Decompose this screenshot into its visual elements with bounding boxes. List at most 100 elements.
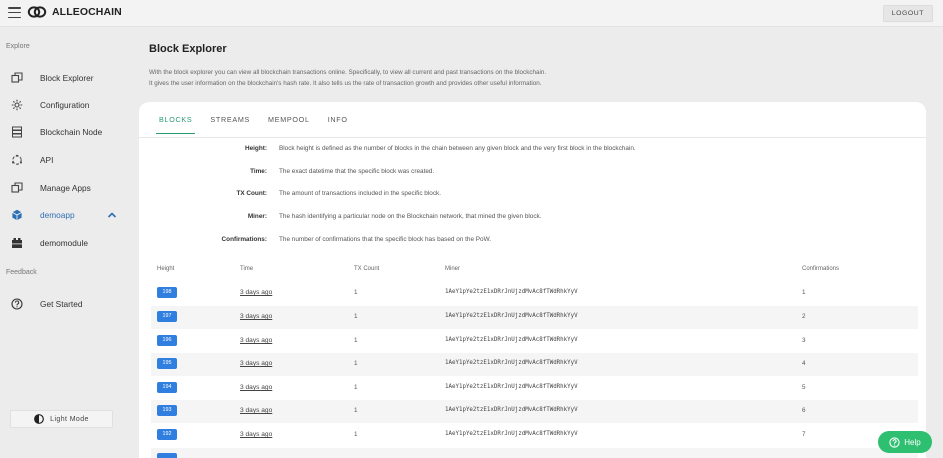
table-row[interactable]: 195 3 days ago 1 1AeY1pYe2tzE1xDRrJnUjzd… — [151, 353, 918, 376]
time-link[interactable]: 3 days ago — [240, 360, 272, 367]
definition-desc: The amount of transactions included in t… — [279, 190, 441, 197]
tab-blocks[interactable]: BLOCKS — [156, 115, 196, 134]
miner-cell: 1AeY1pYe2tzE1xDRrJnUjzdMvAc8fTWdRhkYyV — [445, 360, 578, 366]
block-height-badge[interactable]: 197 — [157, 311, 177, 322]
tx-count-cell: 1 — [354, 360, 358, 367]
miner-cell: 1AeY1pYe2tzE1xDRrJnUjzdMvAc8fTWdRhkYyV — [445, 384, 578, 390]
column-header-height: Height — [157, 266, 175, 272]
gear-icon — [11, 99, 23, 111]
sidebar-item-blockchain-node[interactable]: Blockchain Node — [0, 122, 132, 142]
sidebar-item-manage-apps[interactable]: Manage Apps — [0, 178, 132, 198]
tx-count-cell: 1 — [354, 289, 358, 296]
block-explorer-card: BLOCKS STREAMS MEMPOOL INFO Height: Bloc… — [139, 102, 926, 458]
time-link[interactable]: 3 days ago — [240, 313, 272, 320]
definition-term: Confirmations: — [221, 236, 267, 243]
miner-cell: 1AeY1pYe2tzE1xDRrJnUjzdMvAc8fTWdRhkYyV — [445, 337, 578, 343]
miner-cell: 1AeY1pYe2tzE1xDRrJnUjzdMvAc8fTWdRhkYyV — [445, 407, 578, 413]
block-height-badge[interactable]: 195 — [157, 358, 177, 369]
definition-row: Miner: The hash identifying a particular… — [139, 213, 926, 225]
confirmations-cell: 2 — [802, 313, 806, 320]
definition-row: Height: Block height is defined as the n… — [139, 145, 926, 157]
time-link[interactable]: 3 days ago — [240, 289, 272, 296]
definition-desc: The number of confirmations that the spe… — [279, 236, 492, 243]
menu-icon[interactable] — [8, 7, 21, 19]
section-label-feedback: Feedback — [6, 269, 37, 276]
logo[interactable]: ALLEOCHAIN — [27, 5, 122, 19]
light-mode-toggle[interactable]: Light Mode — [10, 410, 113, 428]
tab-streams[interactable]: STREAMS — [207, 115, 253, 134]
light-mode-label: Light Mode — [50, 415, 89, 423]
block-height-badge[interactable]: 192 — [157, 429, 177, 440]
sidebar-item-demomodule[interactable]: demomodule — [0, 233, 132, 253]
cube-outline-icon — [11, 182, 23, 193]
definition-desc: Block height is defined as the number of… — [279, 145, 636, 152]
tab-divider — [139, 137, 926, 138]
definition-row: TX Count: The amount of transactions inc… — [139, 190, 926, 202]
column-header-tx-count: TX Count — [354, 266, 380, 272]
question-circle-icon — [889, 436, 900, 448]
block-height-badge[interactable] — [157, 453, 177, 458]
description-line: With the block explorer you can view all… — [149, 69, 547, 76]
cube-outline-icon — [11, 72, 23, 83]
table-row[interactable]: 192 3 days ago 1 1AeY1pYe2tzE1xDRrJnUjzd… — [151, 424, 918, 447]
miner-cell: 1AeY1pYe2tzE1xDRrJnUjzdMvAc8fTWdRhkYyV — [445, 313, 578, 319]
sidebar-item-label: Configuration — [40, 100, 90, 110]
sidebar-item-label: demomodule — [40, 238, 88, 248]
definition-desc: The hash identifying a particular node o… — [279, 213, 542, 220]
logout-button[interactable]: LOGOUT — [882, 5, 933, 22]
tx-count-cell: 1 — [354, 407, 358, 414]
help-label: Help — [904, 437, 921, 447]
time-link[interactable]: 3 days ago — [240, 337, 272, 344]
sidebar-item-label: Blockchain Node — [40, 127, 103, 137]
chevron-up-icon[interactable] — [107, 211, 117, 219]
time-link[interactable]: 3 days ago — [240, 407, 272, 414]
sidebar-item-block-explorer[interactable]: Block Explorer — [0, 68, 132, 88]
help-button[interactable]: Help — [878, 431, 932, 453]
definition-row: Confirmations: The number of confirmatio… — [139, 236, 926, 248]
brand-name: ALLEOCHAIN — [52, 6, 122, 18]
page-description: With the block explorer you can view all… — [149, 67, 709, 89]
miner-cell: 1AeY1pYe2tzE1xDRrJnUjzdMvAc8fTWdRhkYyV — [445, 431, 578, 437]
tab-info[interactable]: INFO — [325, 115, 351, 134]
tab-bar: BLOCKS STREAMS MEMPOOL INFO — [156, 115, 363, 134]
sidebar-item-label: Manage Apps — [40, 183, 91, 193]
sidebar-item-api[interactable]: API — [0, 150, 132, 170]
sidebar: Explore Block Explorer Configuration Blo… — [0, 27, 132, 458]
sidebar-item-configuration[interactable]: Configuration — [0, 95, 132, 115]
confirmations-cell: 1 — [802, 289, 806, 296]
confirmations-cell: 7 — [802, 431, 806, 438]
tx-count-cell: 1 — [354, 337, 358, 344]
column-header-confirmations: Confirmations — [802, 266, 840, 272]
tab-mempool[interactable]: MEMPOOL — [265, 115, 313, 134]
definition-row: Time: The exact datetime that the specif… — [139, 168, 926, 180]
confirmations-cell: 3 — [802, 337, 806, 344]
table-row[interactable]: 194 3 days ago 1 1AeY1pYe2tzE1xDRrJnUjzd… — [151, 377, 918, 400]
definition-term: TX Count: — [236, 190, 267, 197]
sidebar-item-label: API — [40, 155, 54, 165]
table-row-partial[interactable] — [151, 448, 918, 458]
block-height-badge[interactable]: 194 — [157, 382, 177, 393]
table-row[interactable]: 193 3 days ago 1 1AeY1pYe2tzE1xDRrJnUjzd… — [151, 400, 918, 423]
time-link[interactable]: 3 days ago — [240, 384, 272, 391]
time-link[interactable]: 3 days ago — [240, 431, 272, 438]
table-row[interactable]: 198 3 days ago 1 1AeY1pYe2tzE1xDRrJnUjzd… — [151, 282, 918, 305]
half-circle-icon — [34, 414, 45, 424]
table-row[interactable]: 196 3 days ago 1 1AeY1pYe2tzE1xDRrJnUjzd… — [151, 330, 918, 353]
column-header-miner: Miner — [445, 266, 461, 272]
block-height-badge[interactable]: 198 — [157, 287, 177, 298]
tx-count-cell: 1 — [354, 384, 358, 391]
block-height-badge[interactable]: 193 — [157, 405, 177, 416]
block-height-badge[interactable]: 196 — [157, 335, 177, 346]
section-label-explore: Explore — [6, 43, 30, 50]
alleochain-logo-icon — [27, 6, 47, 18]
table-header: Height Time TX Count Miner Confirmations — [139, 266, 926, 278]
top-bar: ALLEOCHAIN LOGOUT — [0, 0, 943, 27]
sidebar-item-demoapp[interactable]: demoapp — [0, 205, 132, 225]
definition-term: Height: — [244, 145, 267, 152]
api-icon — [12, 154, 22, 165]
definition-desc: The exact datetime that the specific blo… — [279, 168, 435, 175]
tx-count-cell: 1 — [354, 431, 358, 438]
sidebar-item-get-started[interactable]: Get Started — [0, 294, 132, 314]
table-row[interactable]: 197 3 days ago 1 1AeY1pYe2tzE1xDRrJnUjzd… — [151, 306, 918, 329]
sidebar-item-label: demoapp — [40, 210, 75, 220]
